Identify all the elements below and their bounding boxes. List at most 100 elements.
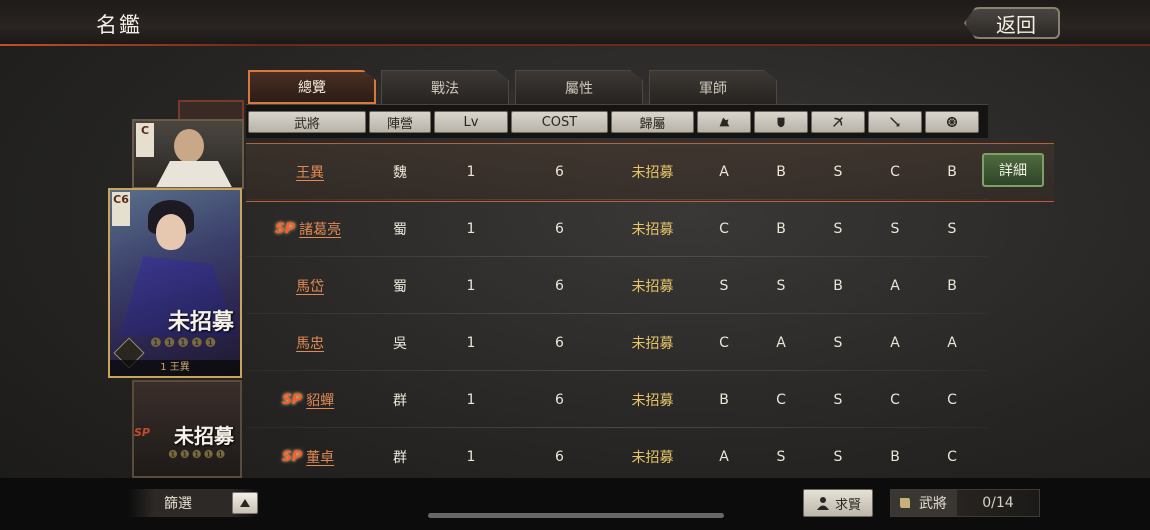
bow-aptitude: S bbox=[833, 334, 843, 351]
bow-aptitude: B bbox=[833, 277, 843, 294]
cavalry-aptitude: B bbox=[719, 391, 729, 408]
faction-cell: 群 bbox=[393, 392, 407, 409]
faction-cell: 蜀 bbox=[393, 278, 407, 295]
general-name-link[interactable]: 董卓 bbox=[306, 447, 334, 467]
spear-aptitude: B bbox=[890, 448, 900, 465]
cavalry-aptitude: S bbox=[719, 277, 729, 294]
shield-aptitude: A bbox=[776, 334, 786, 351]
cost-cell: 6 bbox=[555, 163, 564, 180]
unrecruited-label: 未招募 bbox=[167, 309, 234, 335]
siege-aptitude: S bbox=[947, 220, 957, 237]
spear-aptitude: S bbox=[890, 220, 900, 237]
cavalry-aptitude: C bbox=[719, 334, 729, 351]
col-general[interactable]: 武將 bbox=[248, 111, 366, 133]
sp-badge: SP bbox=[134, 426, 150, 439]
belong-cell: 未招募 bbox=[631, 221, 674, 238]
general-name-link[interactable]: 王異 bbox=[296, 162, 324, 182]
selected-general-card[interactable]: C6 未招募 ❶❶❶❶❶ 1 王異 bbox=[108, 188, 242, 378]
general-card-upper[interactable]: C bbox=[132, 119, 244, 189]
cavalry-icon[interactable] bbox=[697, 111, 751, 133]
shield-icon[interactable] bbox=[754, 111, 808, 133]
general-card-lower[interactable]: SP 未招募 ❶❶❶❶❶ bbox=[132, 380, 242, 478]
table-row[interactable]: SP 董卓 群 1 6 未招募 A S S B C bbox=[246, 428, 1054, 485]
table-row[interactable]: 王異 魏 1 6 未招募 A B S C B 詳細 bbox=[246, 143, 1054, 202]
scroll-icon bbox=[900, 498, 910, 508]
card-grade: C bbox=[136, 123, 154, 157]
wheel-icon[interactable] bbox=[925, 111, 979, 133]
level-cell: 1 bbox=[466, 163, 476, 180]
star-rating: ❶❶❶❶❶ bbox=[168, 448, 228, 461]
bow-aptitude: S bbox=[833, 220, 843, 237]
faction-cell: 吳 bbox=[393, 335, 407, 352]
tab-tactics[interactable]: 戰法 bbox=[381, 70, 509, 104]
sp-badge: SP bbox=[274, 220, 296, 237]
cost-cell: 6 bbox=[555, 220, 564, 237]
person-icon bbox=[816, 497, 829, 510]
col-cost[interactable]: COST bbox=[511, 111, 608, 133]
col-faction[interactable]: 陣營 bbox=[369, 111, 431, 133]
sort-toggle-button[interactable] bbox=[232, 492, 258, 514]
general-count-label: 武將 bbox=[919, 496, 947, 512]
cavalry-aptitude: A bbox=[719, 163, 729, 180]
general-name-link[interactable]: 貂蟬 bbox=[306, 390, 334, 410]
shield-aptitude: B bbox=[776, 220, 786, 237]
tab-overview[interactable]: 總覽 bbox=[248, 70, 376, 104]
sp-badge: SP bbox=[281, 448, 303, 465]
general-count-panel: 武將 0/14 bbox=[890, 489, 1040, 517]
spear-aptitude: A bbox=[890, 334, 900, 351]
spear-icon[interactable] bbox=[868, 111, 922, 133]
belong-cell: 未招募 bbox=[631, 335, 674, 352]
column-header-row: 武將 陣營 Lv COST 歸屬 bbox=[246, 104, 988, 138]
back-button[interactable]: 返回 bbox=[964, 7, 1060, 39]
faction-cell: 群 bbox=[393, 449, 407, 466]
bow-aptitude: S bbox=[833, 163, 843, 180]
level-cell: 1 bbox=[466, 334, 476, 351]
belong-cell: 未招募 bbox=[631, 278, 674, 295]
table-row[interactable]: SP 貂蟬 群 1 6 未招募 B C S C C bbox=[246, 371, 1054, 428]
bow-aptitude: S bbox=[833, 448, 843, 465]
siege-aptitude: A bbox=[947, 334, 957, 351]
page-title: 名鑑 bbox=[96, 13, 142, 37]
shield-aptitude: B bbox=[776, 163, 786, 180]
star-rating: ❶❶❶❶❶ bbox=[150, 336, 219, 351]
general-name-link[interactable]: 馬岱 bbox=[296, 276, 324, 296]
top-bar: 名鑑 返回 bbox=[0, 0, 1150, 46]
belong-cell: 未招募 bbox=[631, 164, 674, 181]
cavalry-aptitude: A bbox=[719, 448, 729, 465]
cavalry-aptitude: C bbox=[719, 220, 729, 237]
bow-aptitude: S bbox=[833, 391, 843, 408]
general-name-link[interactable]: 馬忠 bbox=[296, 333, 324, 353]
table-row[interactable]: 馬岱 蜀 1 6 未招募 S S B A B bbox=[246, 257, 1054, 314]
siege-aptitude: B bbox=[947, 163, 957, 180]
belong-cell: 未招募 bbox=[631, 392, 674, 409]
home-indicator[interactable] bbox=[428, 513, 724, 518]
faction-cell: 魏 bbox=[393, 164, 407, 181]
cost-cell: 6 bbox=[555, 334, 564, 351]
general-name-link[interactable]: 諸葛亮 bbox=[299, 219, 341, 239]
shield-aptitude: C bbox=[776, 391, 786, 408]
table-row[interactable]: 馬忠 吳 1 6 未招募 C A S A A bbox=[246, 314, 1054, 371]
siege-aptitude: C bbox=[947, 448, 957, 465]
seek-talent-button[interactable]: 求賢 bbox=[803, 489, 873, 517]
siege-aptitude: B bbox=[947, 277, 957, 294]
sp-badge: SP bbox=[281, 391, 303, 408]
belong-cell: 未招募 bbox=[631, 449, 674, 466]
col-level[interactable]: Lv bbox=[434, 111, 508, 133]
tab-attributes[interactable]: 屬性 bbox=[515, 70, 643, 104]
level-cell: 1 bbox=[466, 220, 476, 237]
cost-cell: 6 bbox=[555, 277, 564, 294]
card-caption: 1 王異 bbox=[110, 360, 240, 376]
detail-button[interactable]: 詳細 bbox=[982, 153, 1044, 187]
cost-cell: 6 bbox=[555, 391, 564, 408]
table-row[interactable]: SP 諸葛亮 蜀 1 6 未招募 C B S S S bbox=[246, 200, 1054, 257]
siege-aptitude: C bbox=[947, 391, 957, 408]
bow-icon[interactable] bbox=[811, 111, 865, 133]
spear-aptitude: C bbox=[890, 163, 900, 180]
col-belong[interactable]: 歸屬 bbox=[611, 111, 694, 133]
faction-cell: 蜀 bbox=[393, 221, 407, 238]
shield-aptitude: S bbox=[776, 277, 786, 294]
triangle-up-icon bbox=[240, 499, 250, 507]
cost-cell: 6 bbox=[555, 448, 564, 465]
tab-strategist[interactable]: 軍師 bbox=[649, 70, 777, 104]
spear-aptitude: A bbox=[890, 277, 900, 294]
